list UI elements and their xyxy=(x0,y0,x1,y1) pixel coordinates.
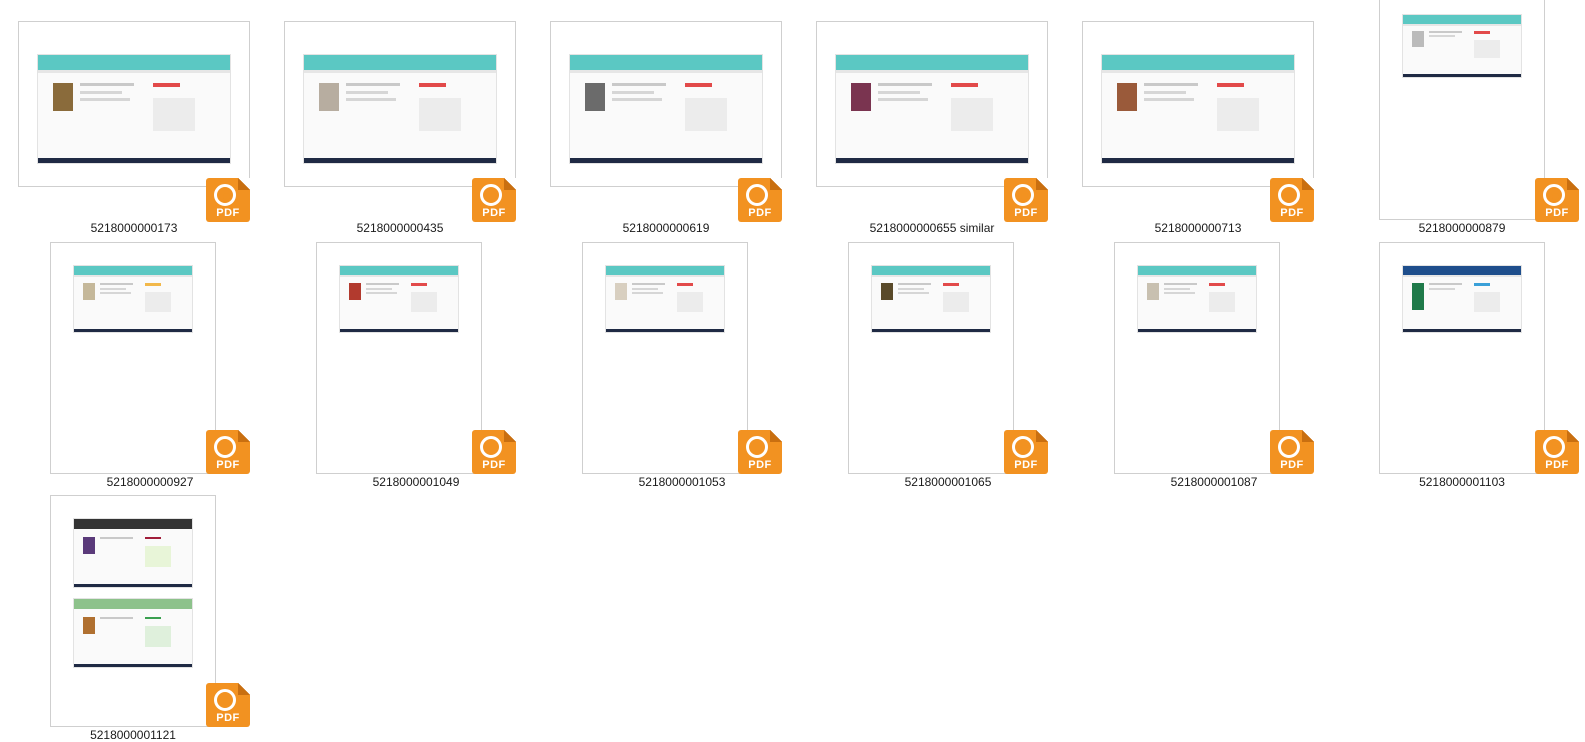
page-preview xyxy=(835,54,1029,164)
file-thumbnail xyxy=(1082,21,1314,187)
file-thumbnail xyxy=(550,21,782,187)
file-name[interactable]: 5218000000435 xyxy=(284,221,516,235)
pdf-file-icon: PDF xyxy=(1004,430,1048,474)
page-preview xyxy=(605,265,725,333)
pdf-file-icon: PDF xyxy=(206,683,250,727)
file-tile[interactable]: PDF 5218000001121 xyxy=(50,495,250,742)
file-thumbnail xyxy=(1114,242,1280,474)
page-preview xyxy=(1137,265,1257,333)
page-preview xyxy=(1101,54,1295,164)
page-preview xyxy=(569,54,763,164)
file-name[interactable]: 5218000000927 xyxy=(50,475,250,489)
file-tile[interactable]: PDF 5218000001065 xyxy=(848,242,1048,492)
file-name[interactable]: 5218000000713 xyxy=(1082,221,1314,235)
page-preview xyxy=(73,265,193,333)
file-name[interactable]: 5218000001087 xyxy=(1114,475,1314,489)
page-preview xyxy=(303,54,497,164)
pdf-file-icon: PDF xyxy=(206,178,250,222)
file-thumbnail xyxy=(1379,0,1545,220)
file-tile[interactable]: PDF 5218000001053 xyxy=(582,242,782,492)
pdf-file-icon: PDF xyxy=(206,430,250,474)
pdf-file-icon: PDF xyxy=(1004,178,1048,222)
file-tile[interactable]: PDF 5218000001103 xyxy=(1379,242,1585,492)
pdf-file-icon: PDF xyxy=(738,178,782,222)
pdf-file-icon: PDF xyxy=(1535,178,1579,222)
file-name[interactable]: 5218000000879 xyxy=(1379,221,1545,235)
page-preview xyxy=(37,54,231,164)
file-name[interactable]: 5218000001065 xyxy=(848,475,1048,489)
file-tile[interactable]: PDF 5218000001087 xyxy=(1114,242,1314,492)
file-tile[interactable]: PDF 5218000000713 xyxy=(1082,21,1314,236)
file-name[interactable]: 5218000001121 xyxy=(50,728,216,742)
file-thumbnail xyxy=(1379,242,1545,474)
file-name[interactable]: 5218000001103 xyxy=(1379,475,1545,489)
file-thumbnail xyxy=(284,21,516,187)
pdf-file-icon: PDF xyxy=(1535,430,1579,474)
pdf-file-icon: PDF xyxy=(472,430,516,474)
file-name[interactable]: 5218000001053 xyxy=(582,475,782,489)
page-preview-top xyxy=(73,518,193,588)
page-preview xyxy=(339,265,459,333)
file-tile[interactable]: PDF 5218000000173 xyxy=(18,21,250,236)
file-thumbnail xyxy=(848,242,1014,474)
file-thumbnail xyxy=(18,21,250,187)
file-tile[interactable]: PDF 5218000000655 similar xyxy=(816,21,1048,236)
page-preview xyxy=(1402,14,1522,78)
file-name[interactable]: 5218000000655 similar xyxy=(816,221,1048,235)
pdf-file-icon: PDF xyxy=(1270,178,1314,222)
file-name[interactable]: 5218000001049 xyxy=(316,475,516,489)
pdf-file-icon: PDF xyxy=(472,178,516,222)
file-name[interactable]: 5218000000173 xyxy=(18,221,250,235)
file-thumbnail xyxy=(316,242,482,474)
file-thumbnail xyxy=(816,21,1048,187)
file-tile[interactable]: PDF 5218000001049 xyxy=(316,242,516,492)
file-tile[interactable]: PDF 5218000000879 xyxy=(1379,0,1585,236)
file-tile[interactable]: PDF 5218000000619 xyxy=(550,21,782,236)
page-preview xyxy=(871,265,991,333)
pdf-file-icon: PDF xyxy=(1270,430,1314,474)
file-name[interactable]: 5218000000619 xyxy=(550,221,782,235)
file-tile[interactable]: PDF 5218000000927 xyxy=(50,242,250,492)
file-thumbnail xyxy=(582,242,748,474)
page-preview xyxy=(1402,265,1522,333)
file-thumbnail xyxy=(50,242,216,474)
file-tile[interactable]: PDF 5218000000435 xyxy=(284,21,516,236)
file-thumbnail xyxy=(50,495,216,727)
pdf-file-icon: PDF xyxy=(738,430,782,474)
page-preview-bottom xyxy=(73,598,193,668)
